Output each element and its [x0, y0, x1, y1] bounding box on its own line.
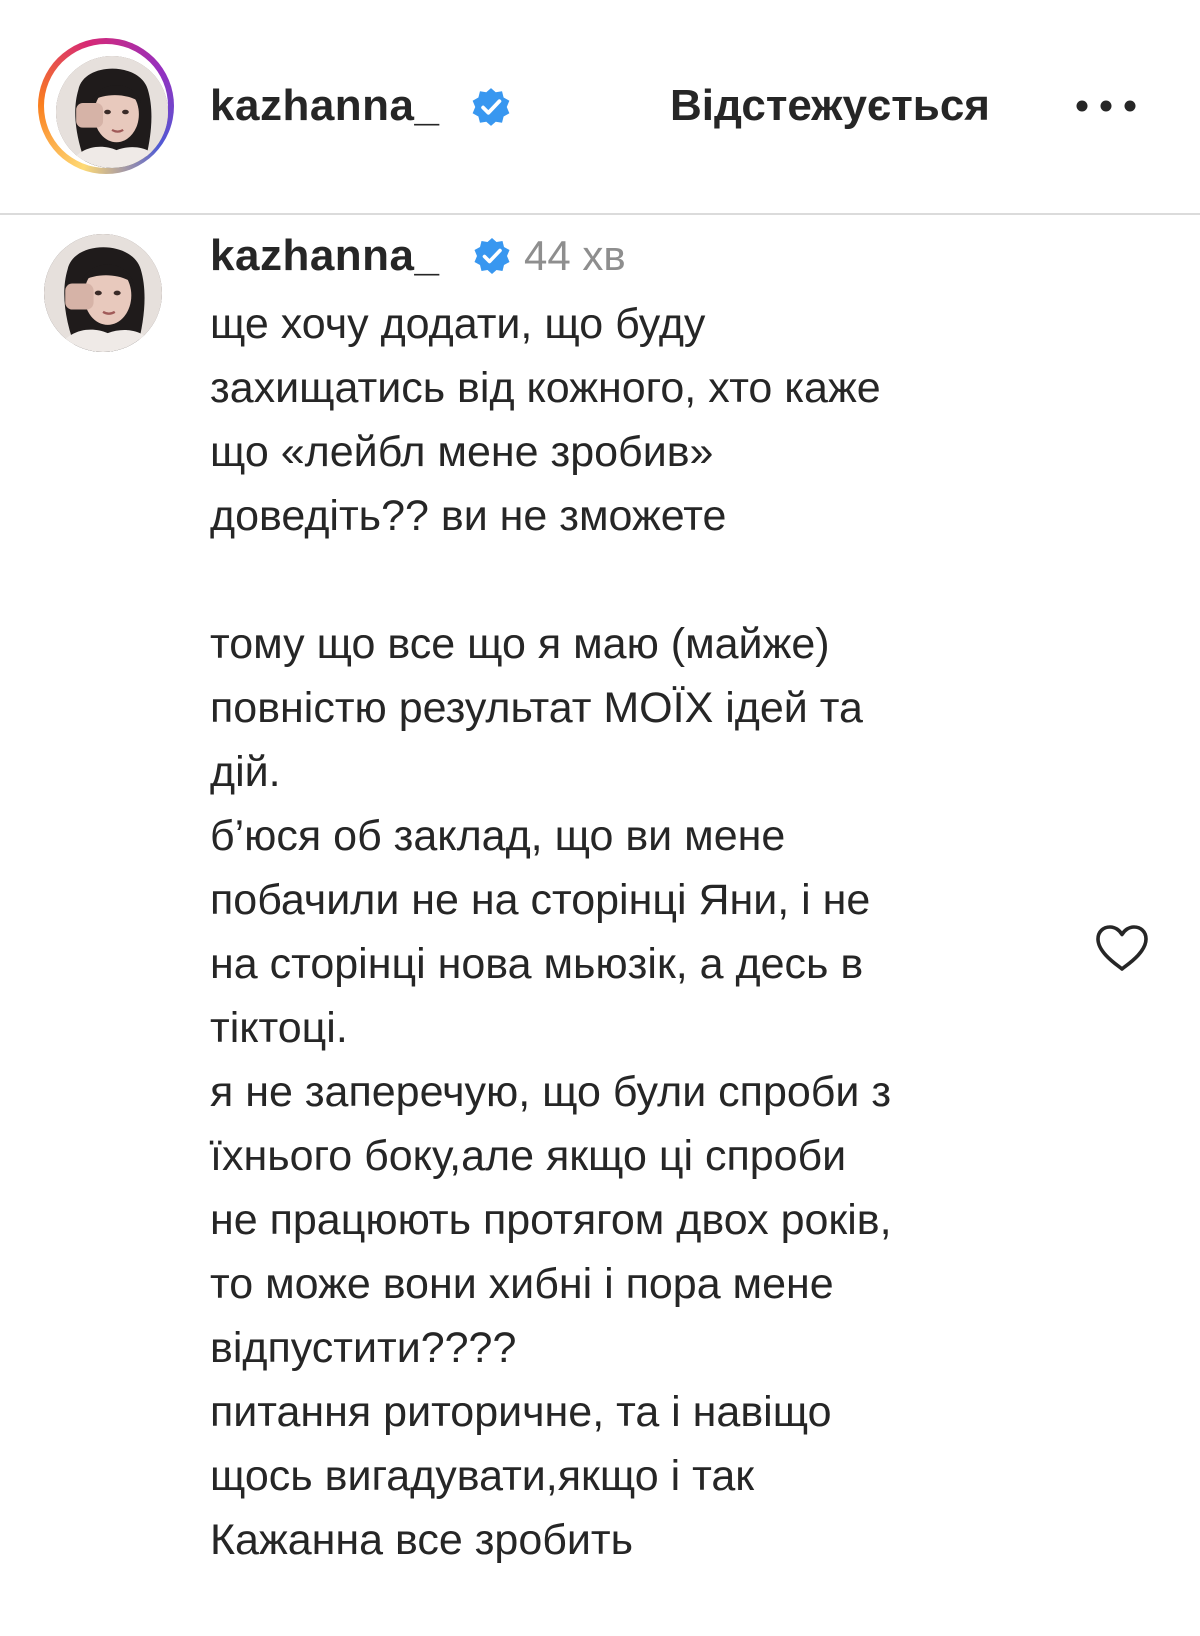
- comment-line: їхнього боку,але якщо ці спроби: [210, 1132, 847, 1180]
- heart-outline-icon[interactable]: [1094, 923, 1150, 973]
- comment-text: ще хочу додати, що буду захищатись від к…: [210, 292, 1090, 1572]
- comment-line: тіктоці.: [210, 1004, 348, 1052]
- avatar[interactable]: [56, 56, 168, 168]
- more-horizontal-icon[interactable]: [1075, 98, 1137, 114]
- header-username[interactable]: kazhanna_: [210, 78, 439, 134]
- comment-line: [210, 548, 1090, 612]
- comment-line: Кажанна все зробить: [210, 1516, 634, 1564]
- comment-username[interactable]: kazhanna_: [210, 228, 439, 284]
- comment-line: побачили не на сторінці Яни, і не: [210, 876, 871, 924]
- following-button[interactable]: Відстежується: [670, 78, 990, 134]
- story-ring[interactable]: [38, 38, 174, 174]
- comment-line: тому що все що я маю (майже): [210, 620, 830, 668]
- comment-avatar[interactable]: [44, 234, 162, 352]
- comment-line: на сторінці нова мьюзік, а десь в: [210, 940, 864, 988]
- comment-timestamp: 44 хв: [524, 232, 626, 279]
- comment-line: відпустити????: [210, 1324, 517, 1372]
- verified-badge-icon: [474, 238, 510, 274]
- avatar-photo: [56, 56, 168, 168]
- comment-line: доведіть?? ви не зможете: [210, 492, 727, 540]
- post-header: kazhanna_ Відстежується: [0, 0, 1200, 215]
- comment-line: б’юся об заклад, що ви мене: [210, 812, 786, 860]
- comment-line: що «лейбл мене зробив»: [210, 428, 714, 476]
- avatar-photo: [44, 234, 162, 352]
- comment-line: то може вони хибні і пора мене: [210, 1260, 834, 1308]
- comment-line: ще хочу додати, що буду: [210, 300, 706, 348]
- comment-line: я не заперечую, що були спроби з: [210, 1068, 892, 1116]
- comment-line: захищатись від кожного, хто каже: [210, 364, 881, 412]
- comment-line: щось вигадувати,якщо і так: [210, 1452, 755, 1500]
- comment-line: питання риторичне, та і навіщо: [210, 1388, 832, 1436]
- comment-line: повністю результат МОЇХ ідей та: [210, 684, 863, 732]
- verified-badge-icon: [472, 88, 510, 126]
- comment-line: дій.: [210, 748, 281, 796]
- comment-line: не працюють протягом двох років,: [210, 1196, 892, 1244]
